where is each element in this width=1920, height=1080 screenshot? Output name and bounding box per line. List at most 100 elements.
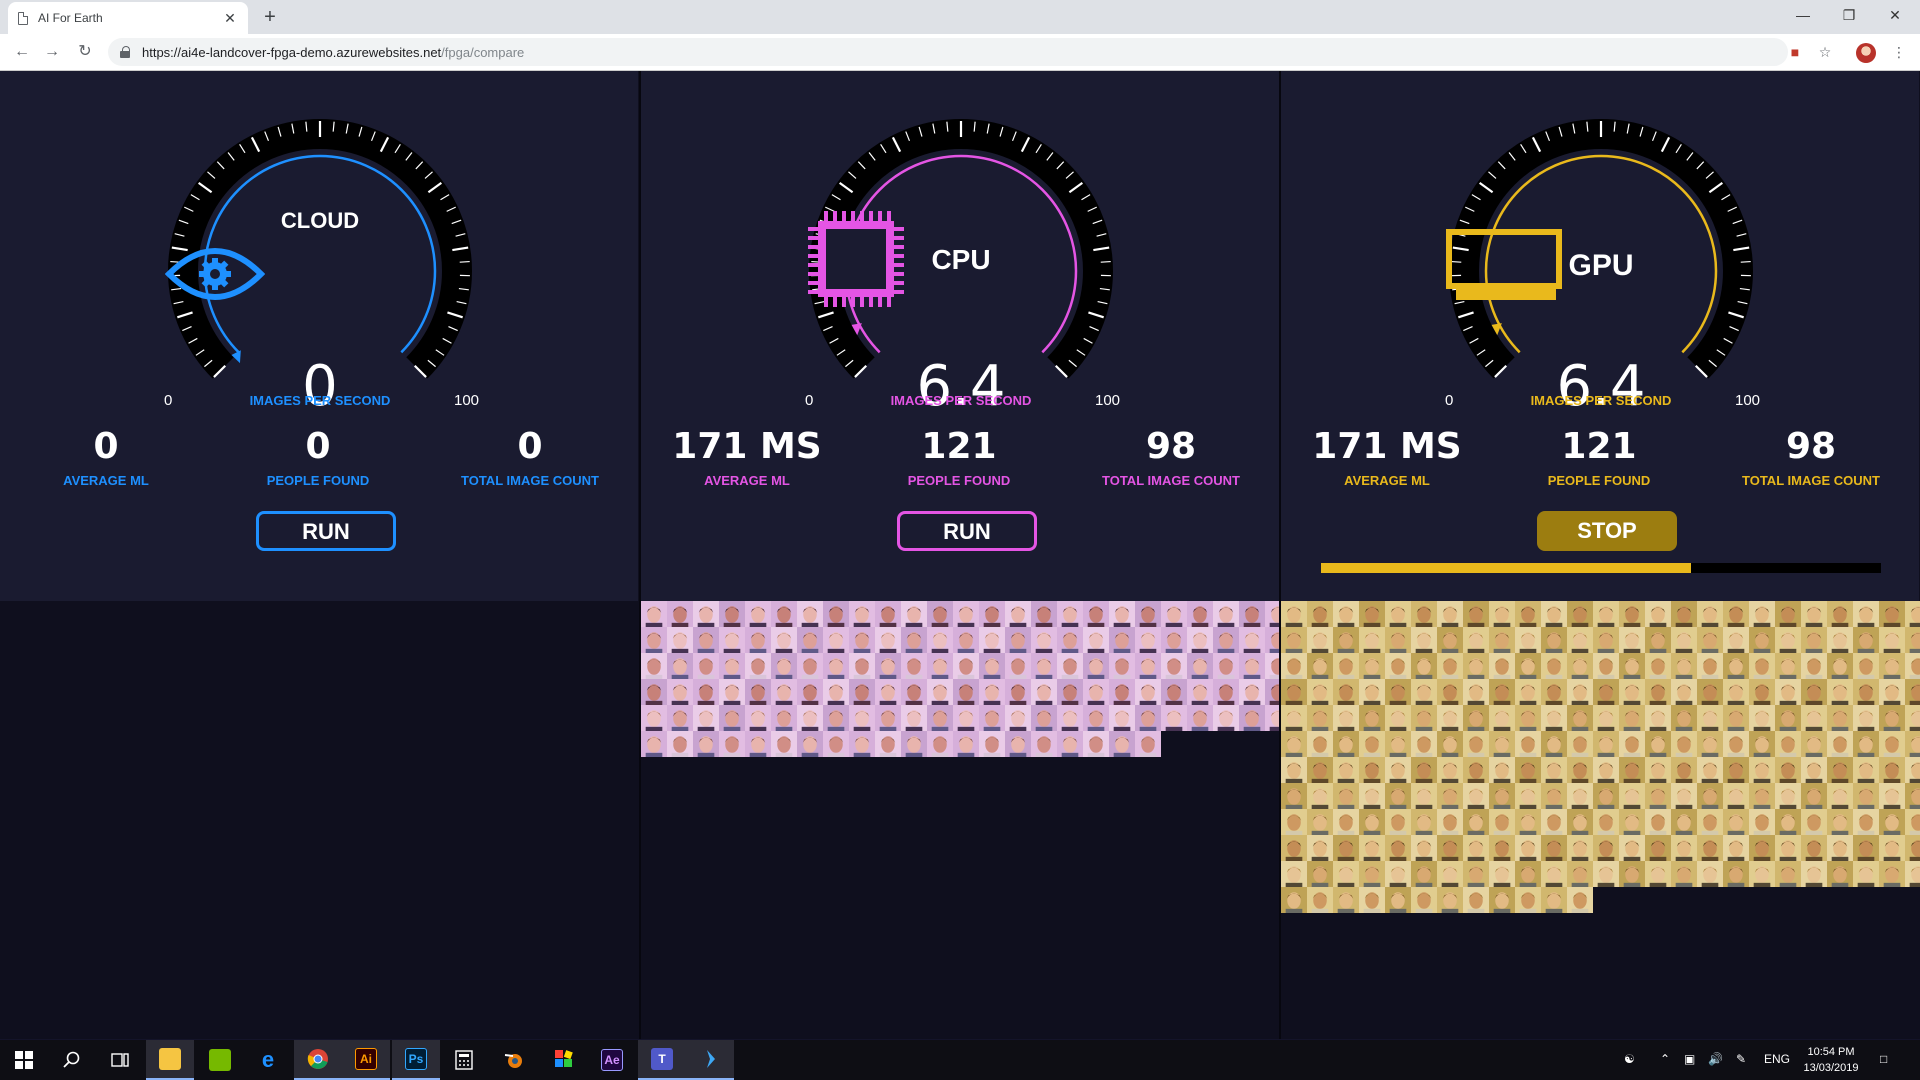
blender-icon[interactable] — [490, 1040, 538, 1080]
photoshop-icon[interactable]: Ps — [392, 1040, 440, 1080]
azure-icon[interactable] — [686, 1040, 734, 1080]
profile-avatar[interactable] — [1856, 43, 1876, 63]
face-thumbnail — [1749, 679, 1775, 705]
face-thumbnail — [1567, 809, 1593, 835]
face-thumbnail — [1645, 653, 1671, 679]
notifications-icon[interactable]: □ — [1880, 1052, 1887, 1066]
address-bar[interactable]: https://ai4e-landcover-fpga-demo.azurewe… — [108, 38, 1788, 66]
task-view-icon[interactable] — [96, 1040, 144, 1080]
star-icon[interactable]: ☆ — [1816, 43, 1834, 61]
face-thumbnail — [1083, 705, 1109, 731]
face-thumbnail — [1057, 705, 1083, 731]
face-thumbnail — [641, 627, 667, 653]
face-thumbnail — [1437, 757, 1463, 783]
chrome-icon[interactable] — [294, 1040, 342, 1080]
calculator-icon[interactable] — [440, 1040, 488, 1080]
windows-start-icon[interactable] — [0, 1040, 48, 1080]
face-thumbnail — [1359, 679, 1385, 705]
stop-button[interactable]: STOP — [1537, 511, 1677, 551]
extension-icon[interactable]: ■ — [1786, 43, 1804, 61]
face-thumbnail — [693, 731, 719, 757]
face-thumbnail — [1187, 705, 1213, 731]
tab-title: AI For Earth — [38, 11, 103, 25]
face-thumbnail — [1853, 783, 1879, 809]
face-thumbnail — [719, 601, 745, 627]
chevron-up-icon[interactable]: ⌃ — [1660, 1052, 1670, 1066]
new-tab-button[interactable]: + — [258, 5, 282, 29]
face-thumbnail — [1489, 653, 1515, 679]
browser-tab[interactable]: AI For Earth ✕ — [8, 2, 248, 34]
language-indicator[interactable]: ENG — [1764, 1052, 1790, 1066]
run-button[interactable]: RUN — [897, 511, 1037, 551]
face-thumbnail — [1593, 809, 1619, 835]
face-thumbnail — [1005, 627, 1031, 653]
face-thumbnail — [667, 627, 693, 653]
face-thumbnail — [1307, 731, 1333, 757]
face-thumbnail — [1385, 809, 1411, 835]
face-thumbnail — [1359, 887, 1385, 913]
gauge-max-label: 100 — [454, 392, 480, 409]
after-effects-icon[interactable]: Ae — [588, 1040, 636, 1080]
people-icon[interactable]: ☯ — [1624, 1052, 1635, 1066]
face-thumbnail — [1109, 705, 1135, 731]
tab-close-icon[interactable]: ✕ — [222, 10, 238, 27]
face-thumbnail — [1437, 705, 1463, 731]
close-window-button[interactable]: ✕ — [1872, 0, 1918, 30]
face-thumbnail — [771, 705, 797, 731]
face-thumbnail — [1697, 835, 1723, 861]
gauge-value: 0 — [302, 354, 338, 419]
face-thumbnail — [1697, 809, 1723, 835]
file-explorer-icon[interactable] — [146, 1040, 194, 1080]
face-thumbnail — [1307, 705, 1333, 731]
face-thumbnail — [1281, 705, 1307, 731]
face-thumbnail — [1463, 783, 1489, 809]
face-thumbnail — [1645, 627, 1671, 653]
face-thumbnail — [1057, 653, 1083, 679]
face-thumbnail — [1593, 783, 1619, 809]
face-thumbnail — [849, 705, 875, 731]
face-thumbnail — [901, 679, 927, 705]
clock[interactable]: 10:54 PM 13/03/2019 — [1796, 1044, 1866, 1076]
face-thumbnail — [1489, 887, 1515, 913]
face-thumbnail — [1265, 679, 1279, 705]
face-thumbnail — [1281, 653, 1307, 679]
nvidia-icon[interactable] — [196, 1040, 244, 1080]
run-button[interactable]: RUN — [256, 511, 396, 551]
edge-icon[interactable]: e — [244, 1040, 292, 1080]
face-thumbnail — [1723, 679, 1749, 705]
menu-icon[interactable]: ⋮ — [1890, 43, 1908, 61]
network-icon[interactable]: ▣ — [1684, 1052, 1695, 1066]
volume-icon[interactable]: 🔊 — [1708, 1052, 1723, 1066]
forward-icon[interactable]: → — [42, 42, 62, 62]
face-thumbnail — [1801, 705, 1827, 731]
stat-total-image-count: 0 TOTAL IMAGE COUNT — [430, 426, 630, 488]
reload-icon[interactable]: ↻ — [75, 42, 95, 62]
face-thumbnail — [1619, 679, 1645, 705]
face-thumbnail — [1593, 757, 1619, 783]
app-grid-icon[interactable] — [540, 1040, 588, 1080]
search-icon[interactable] — [48, 1040, 96, 1080]
face-thumbnail — [953, 627, 979, 653]
face-thumbnail — [1541, 705, 1567, 731]
face-thumbnail — [1265, 653, 1279, 679]
face-thumbnail — [927, 627, 953, 653]
back-icon[interactable]: ← — [12, 42, 32, 62]
face-thumbnail — [1671, 705, 1697, 731]
face-thumbnail — [1801, 835, 1827, 861]
gauge-title: GPU — [1568, 249, 1634, 282]
restore-button[interactable]: ❐ — [1826, 0, 1872, 30]
minimize-button[interactable]: — — [1780, 0, 1826, 30]
pen-icon[interactable]: ✎ — [1736, 1052, 1746, 1066]
face-thumbnail — [1411, 601, 1437, 627]
face-thumbnail — [1723, 783, 1749, 809]
face-thumbnail — [719, 679, 745, 705]
face-thumbnail — [901, 705, 927, 731]
face-thumbnail — [1567, 653, 1593, 679]
illustrator-icon[interactable]: Ai — [342, 1040, 390, 1080]
face-thumbnail — [1801, 679, 1827, 705]
face-thumbnail — [1437, 783, 1463, 809]
face-thumbnail — [1489, 601, 1515, 627]
face-thumbnail — [1541, 601, 1567, 627]
teams-icon[interactable]: T — [638, 1040, 686, 1080]
face-thumbnail — [875, 731, 901, 757]
